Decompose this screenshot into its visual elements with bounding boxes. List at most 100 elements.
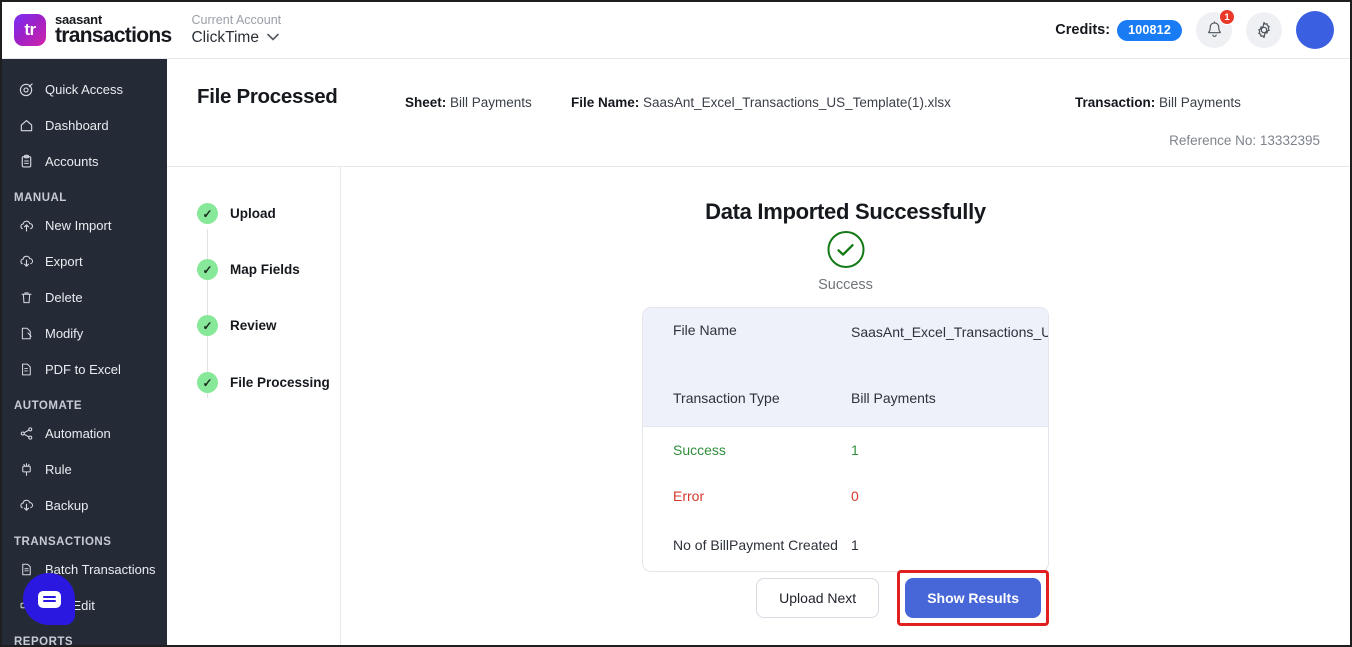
sidebar-label: New Import	[45, 218, 111, 233]
result-value: 1	[851, 535, 859, 555]
success-subtitle: Success	[341, 277, 1350, 293]
result-key: Success	[673, 442, 851, 458]
sidebar-label: Export	[45, 254, 83, 269]
result-key: No of BillPayment Created	[673, 537, 851, 553]
success-panel: Data Imported Successfully Success File …	[341, 167, 1350, 645]
sidebar-item-automation[interactable]: Automation	[2, 418, 167, 448]
chat-bubble-icon	[38, 591, 61, 608]
current-account-value: ClickTime	[191, 28, 258, 47]
credits-group: Credits: 100812	[1055, 20, 1182, 41]
sidebar-item-accounts[interactable]: Accounts	[2, 146, 167, 176]
show-results-highlight-box: Show Results	[897, 570, 1049, 626]
brand-name-transactions: transactions	[55, 25, 171, 46]
result-summary-card: File Name SaasAnt_Excel_Transactions_US_…	[642, 307, 1049, 572]
step-check-icon: ✓	[197, 372, 218, 393]
sidebar-label: Dashboard	[45, 118, 109, 133]
sidebar-section-automate: AUTOMATE	[2, 400, 167, 412]
sidebar-item-rule[interactable]: Rule	[2, 454, 167, 484]
share-nodes-icon	[19, 426, 34, 441]
top-bar-right-group: Credits: 100812 1	[1055, 11, 1350, 49]
success-title: Data Imported Successfully	[341, 199, 1350, 225]
sidebar-item-dashboard[interactable]: Dashboard	[2, 110, 167, 140]
download-cloud-icon	[19, 498, 34, 513]
credits-label: Credits:	[1055, 22, 1110, 38]
page-title: File Processed	[197, 85, 338, 109]
result-value: 0	[851, 486, 859, 506]
result-key: File Name	[673, 322, 851, 338]
sidebar-item-backup[interactable]: Backup	[2, 490, 167, 520]
result-value: SaasAnt_Excel_Transactions_US_Template(1…	[851, 322, 1049, 342]
steps-pane: ✓ Upload ✓ Map Fields ✓ Review ✓ File Pr…	[167, 167, 341, 645]
chevron-down-icon[interactable]	[267, 30, 279, 45]
target-icon	[19, 82, 34, 97]
step-map-fields[interactable]: ✓ Map Fields	[197, 259, 300, 280]
sidebar-label: PDF to Excel	[45, 362, 121, 377]
upload-cloud-icon	[19, 218, 34, 233]
step-check-icon: ✓	[197, 315, 218, 336]
sidebar-label: Automation	[45, 426, 111, 441]
sheet-label: Sheet:	[405, 95, 446, 110]
step-label: Review	[230, 318, 277, 333]
top-bar: tr saasant transactions Current Account …	[2, 2, 1350, 59]
sidebar: Quick Access Dashboard Accounts MANUAL N…	[2, 59, 167, 645]
logo-text: tr	[24, 20, 35, 40]
step-label: Map Fields	[230, 262, 300, 277]
trash-icon	[19, 290, 34, 305]
saasant-logo-icon: tr	[14, 14, 46, 46]
sidebar-label: Accounts	[45, 154, 98, 169]
sheet-info: Sheet: Bill Payments	[405, 95, 532, 110]
sidebar-item-pdf-to-excel[interactable]: PDF to Excel	[2, 354, 167, 384]
user-avatar[interactable]	[1296, 11, 1334, 49]
result-card-shaded-group: File Name SaasAnt_Excel_Transactions_US_…	[643, 308, 1048, 426]
sidebar-label: Backup	[45, 498, 88, 513]
result-row-error: Error 0	[643, 473, 1048, 519]
action-button-row: Upload Next Show Results	[642, 570, 1049, 626]
sidebar-label: Delete	[45, 290, 83, 305]
current-account-value-row: ClickTime	[191, 28, 281, 47]
download-cloud-icon	[19, 254, 34, 269]
document-icon	[19, 562, 34, 577]
sidebar-item-quick-access[interactable]: Quick Access	[2, 74, 167, 104]
credits-value-badge[interactable]: 100812	[1117, 20, 1182, 41]
file-name-label: File Name:	[571, 95, 639, 110]
sidebar-section-manual: MANUAL	[2, 192, 167, 204]
sidebar-item-delete[interactable]: Delete	[2, 282, 167, 312]
gear-icon	[1255, 21, 1273, 39]
settings-button[interactable]	[1246, 12, 1282, 48]
sidebar-item-new-import[interactable]: New Import	[2, 210, 167, 240]
result-value: 1	[851, 440, 859, 460]
brand-logo-group[interactable]: tr saasant transactions	[2, 13, 171, 47]
app-window: tr saasant transactions Current Account …	[0, 0, 1352, 647]
pdf-file-icon	[19, 362, 34, 377]
transaction-value: Bill Payments	[1159, 95, 1241, 110]
sidebar-label: Batch Transactions	[45, 562, 156, 577]
step-review[interactable]: ✓ Review	[197, 315, 277, 336]
sidebar-item-export[interactable]: Export	[2, 246, 167, 276]
content-area: ✓ Upload ✓ Map Fields ✓ Review ✓ File Pr…	[167, 167, 1350, 645]
step-upload[interactable]: ✓ Upload	[197, 203, 276, 224]
step-check-icon: ✓	[197, 259, 218, 280]
sidebar-section-reports: REPORTS	[2, 636, 167, 645]
current-account-selector[interactable]: Current Account ClickTime	[191, 13, 281, 48]
result-key: Transaction Type	[673, 390, 851, 406]
result-row-success: Success 1	[643, 427, 1048, 473]
step-file-processing[interactable]: ✓ File Processing	[197, 372, 330, 393]
sidebar-section-transactions: TRANSACTIONS	[2, 536, 167, 548]
result-value: Bill Payments	[851, 388, 936, 408]
step-label: Upload	[230, 206, 276, 221]
result-row-file-name: File Name SaasAnt_Excel_Transactions_US_…	[643, 308, 1048, 370]
notifications-button[interactable]: 1	[1196, 12, 1232, 48]
file-name-value: SaasAnt_Excel_Transactions_US_Template(1…	[643, 95, 951, 110]
result-row-transaction-type: Transaction Type Bill Payments	[643, 370, 1048, 426]
current-account-label: Current Account	[191, 13, 281, 29]
sidebar-item-batch-transactions[interactable]: Batch Transactions	[2, 554, 167, 584]
sidebar-item-modify[interactable]: Modify	[2, 318, 167, 348]
home-icon	[19, 118, 34, 133]
show-results-button[interactable]: Show Results	[905, 578, 1041, 618]
sidebar-label: Modify	[45, 326, 83, 341]
chat-support-button[interactable]	[23, 573, 75, 625]
brand-text: saasant transactions	[55, 13, 171, 47]
file-edit-icon	[19, 326, 34, 341]
upload-next-button[interactable]: Upload Next	[756, 578, 879, 618]
result-key: Error	[673, 488, 851, 504]
